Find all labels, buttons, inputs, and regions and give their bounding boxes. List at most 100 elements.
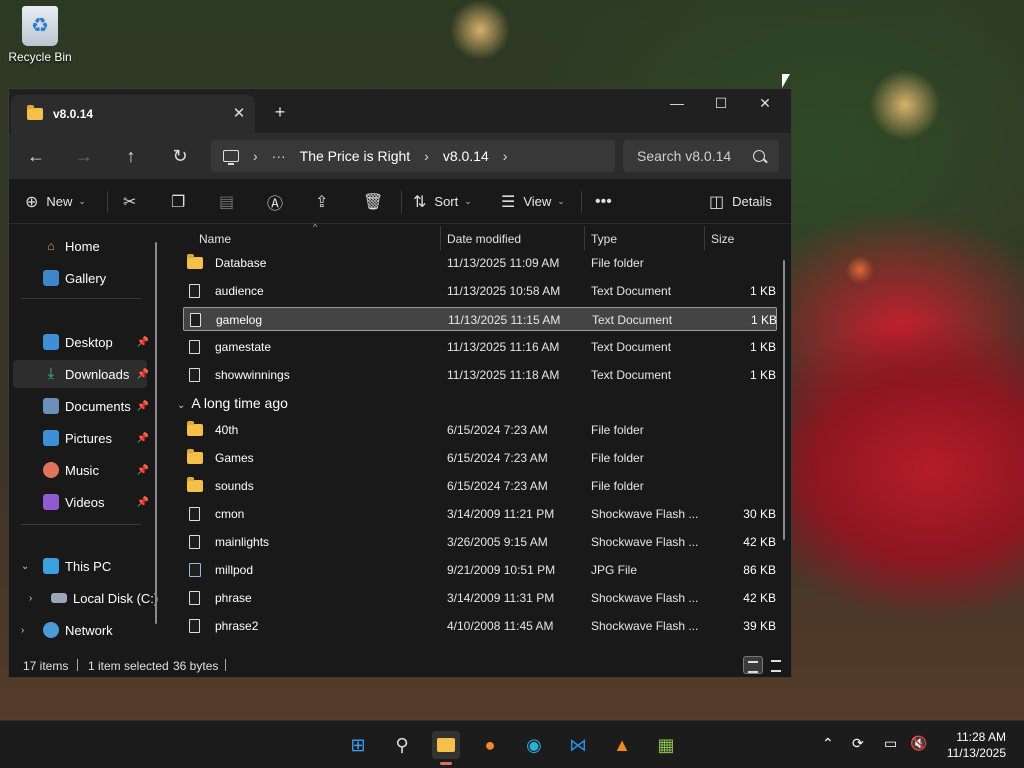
group-label: A long time ago — [191, 395, 288, 411]
file-row[interactable]: phrase2 4/10/2008 11:45 AM Shockwave Flash… — [183, 614, 777, 638]
column-date-modified[interactable]: Date modified — [447, 232, 521, 246]
firefox-icon[interactable]: ● — [476, 731, 504, 759]
delete-button[interactable]: 🗑 — [363, 179, 383, 224]
pin-icon[interactable]: 📌 — [137, 497, 149, 508]
file-row[interactable]: 40th 6/15/2024 7:23 AM File folder — [183, 418, 777, 442]
column-name[interactable]: Name — [199, 232, 231, 246]
forward-button[interactable]: → — [69, 141, 99, 171]
breadcrumb-chevron-icon[interactable]: › — [503, 148, 508, 164]
details-pane-button[interactable]: ◫ Details — [709, 179, 772, 224]
file-size: 1 KB — [749, 340, 776, 354]
vscode-icon[interactable]: ⋈ — [564, 731, 592, 759]
start-icon[interactable]: ⊞ — [344, 731, 372, 759]
file-row[interactable]: mainlights 3/26/2005 9:15 AM Shockwave Fla… — [183, 530, 777, 554]
sidebar-item-music[interactable]: Music 📌 — [13, 456, 149, 484]
file-row[interactable]: cmon 3/14/2009 11:21 PM Shockwave Flash ..… — [183, 502, 777, 526]
sidebar-item-documents[interactable]: Documents 📌 — [13, 392, 149, 420]
breadcrumb-more-button[interactable]: ··· — [272, 148, 286, 164]
recycle-bin[interactable]: ♻ Recycle Bin — [8, 6, 72, 64]
details-view-button[interactable] — [743, 656, 763, 674]
file-type: Text Document — [591, 368, 672, 382]
vertical-scrollbar[interactable] — [783, 260, 785, 540]
volume-muted-icon[interactable]: 🔇 — [910, 735, 927, 752]
sidebar-item-local-disk[interactable]: › Local Disk (C:) — [21, 584, 159, 612]
sidebar-item-pictures[interactable]: Pictures 📌 — [13, 424, 149, 452]
sidebar-item-desktop[interactable]: Desktop 📌 — [13, 328, 149, 356]
tab-v8[interactable]: v8.0.14 ✕ — [11, 95, 255, 133]
sync-icon[interactable]: ⟳ — [852, 735, 864, 752]
file-row[interactable]: showwinnings 11/13/2025 11:18 AM Text Docu… — [183, 363, 777, 387]
show-hidden-icons-icon[interactable]: ⌃ — [822, 735, 834, 752]
share-button[interactable]: ⇪ — [315, 179, 328, 224]
tiles-view-button[interactable] — [767, 656, 787, 674]
tab-close-button[interactable]: ✕ — [229, 104, 249, 124]
column-size[interactable]: Size — [711, 232, 734, 246]
item-count: 17 items — [23, 659, 69, 673]
file-row[interactable]: sounds 6/15/2024 7:23 AM File folder — [183, 474, 777, 498]
paste-button[interactable]: ▤ — [219, 179, 234, 224]
document-icon — [190, 313, 201, 327]
rename-button[interactable]: Ⓐ — [267, 179, 283, 224]
group-header-long-time-ago[interactable]: ⌄ A long time ago — [177, 395, 288, 411]
column-divider[interactable] — [704, 226, 705, 250]
file-type: Text Document — [591, 340, 672, 354]
breadcrumb-v8[interactable]: v8.0.14 — [443, 148, 489, 164]
minimize-button[interactable]: — — [655, 89, 699, 117]
pin-icon[interactable]: 📌 — [137, 369, 149, 380]
search-box[interactable]: Search v8.0.14 — [623, 140, 779, 172]
file-row[interactable]: audience 11/13/2025 10:58 AM Text Document… — [183, 279, 777, 303]
file-row[interactable]: Games 6/15/2024 7:23 AM File folder — [183, 446, 777, 470]
sidebar-item-gallery[interactable]: Gallery — [13, 264, 147, 292]
view-button[interactable]: ☰ View ⌄ — [501, 179, 565, 224]
address-bar[interactable]: › ··· The Price is Right › v8.0.14 › — [211, 140, 615, 172]
sidebar-item-downloads[interactable]: ⤓ Downloads 📌 — [13, 360, 149, 388]
chevron-down-icon[interactable]: ⌄ — [177, 400, 185, 411]
pin-icon[interactable]: 📌 — [137, 401, 149, 412]
search-input[interactable]: Search v8.0.14 — [637, 148, 753, 164]
this-pc-icon[interactable] — [223, 150, 239, 165]
column-type[interactable]: Type — [591, 232, 617, 246]
sidebar-scrollbar[interactable] — [155, 242, 157, 624]
file-explorer-icon[interactable] — [432, 731, 460, 765]
sort-button[interactable]: ⇅ Sort ⌄ — [413, 179, 472, 224]
notepad-plus-icon[interactable]: ▦ — [652, 731, 680, 759]
chevron-down-icon[interactable]: ⌄ — [21, 561, 29, 572]
document-icon — [189, 340, 200, 354]
file-row[interactable]: gamestate 11/13/2025 11:16 AM Text Documen… — [183, 335, 777, 359]
file-row[interactable]: phrase 3/14/2009 11:31 PM Shockwave Flash … — [183, 586, 777, 610]
sidebar-item-home[interactable]: ⌂ Home — [13, 232, 147, 260]
file-type: File folder — [591, 451, 644, 465]
pin-icon[interactable]: 📌 — [137, 337, 149, 348]
column-divider[interactable] — [584, 226, 585, 250]
system-clock[interactable]: 11:28 AM 11/13/2025 — [947, 729, 1006, 761]
pin-icon[interactable]: 📌 — [137, 465, 149, 476]
maximize-button[interactable]: ☐ — [699, 89, 743, 117]
back-button[interactable]: ← — [21, 141, 51, 171]
new-tab-button[interactable]: + — [269, 101, 291, 123]
column-divider[interactable] — [440, 226, 441, 250]
sidebar-item-this-pc[interactable]: ⌄ This PC — [13, 552, 147, 580]
edge-icon[interactable]: ◉ — [520, 731, 548, 759]
chevron-right-icon[interactable]: › — [21, 625, 24, 636]
file-row[interactable]: gamelog 11/13/2025 11:15 AM Text Document 1… — [183, 307, 777, 331]
refresh-button[interactable]: ↻ — [165, 141, 195, 171]
search-icon[interactable]: ⚲ — [388, 731, 416, 759]
more-options-button[interactable]: ••• — [595, 179, 612, 224]
breadcrumb-chevron-icon[interactable]: › — [253, 148, 258, 164]
vlc-icon[interactable]: ▲ — [608, 731, 636, 759]
cut-button[interactable]: ✂ — [123, 179, 136, 224]
new-button[interactable]: ⊕ New ⌄ — [25, 179, 86, 224]
network-status-icon[interactable]: ▭ — [884, 735, 897, 752]
up-button[interactable]: ↑ — [116, 141, 146, 171]
copy-button[interactable]: ❐ — [171, 179, 185, 224]
file-row[interactable]: Database 11/13/2025 11:09 AM File folder — [183, 251, 777, 275]
sidebar-item-network[interactable]: › Network — [13, 616, 147, 644]
drive-icon — [51, 593, 67, 603]
file-row[interactable]: millpod 9/21/2009 10:51 PM JPG File 86 KB — [183, 558, 777, 582]
close-window-button[interactable]: ✕ — [743, 89, 787, 117]
breadcrumb-chevron-icon[interactable]: › — [424, 148, 429, 164]
pin-icon[interactable]: 📌 — [137, 433, 149, 444]
sidebar-item-videos[interactable]: Videos 📌 — [13, 488, 149, 516]
chevron-right-icon[interactable]: › — [29, 593, 32, 604]
breadcrumb-price-is-right[interactable]: The Price is Right — [300, 148, 410, 164]
